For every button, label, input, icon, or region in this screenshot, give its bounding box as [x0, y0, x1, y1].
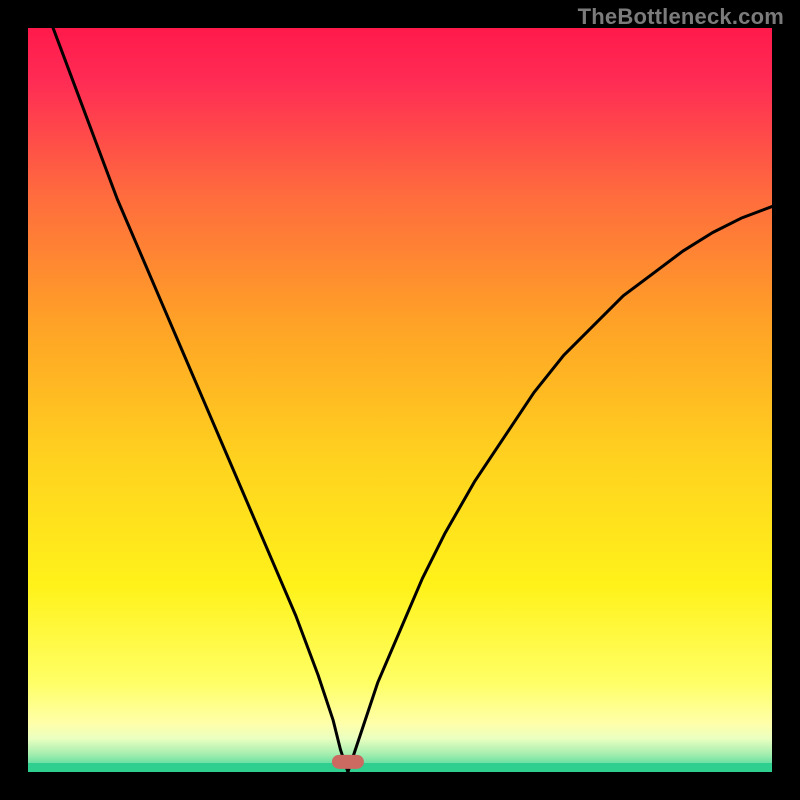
watermark-text: TheBottleneck.com [578, 4, 784, 30]
gradient-background [28, 28, 772, 772]
chart-frame: TheBottleneck.com [0, 0, 800, 800]
baseline-green-band [28, 763, 772, 772]
plot-area [28, 28, 772, 772]
optimal-marker [332, 755, 364, 769]
chart-svg [28, 28, 772, 772]
